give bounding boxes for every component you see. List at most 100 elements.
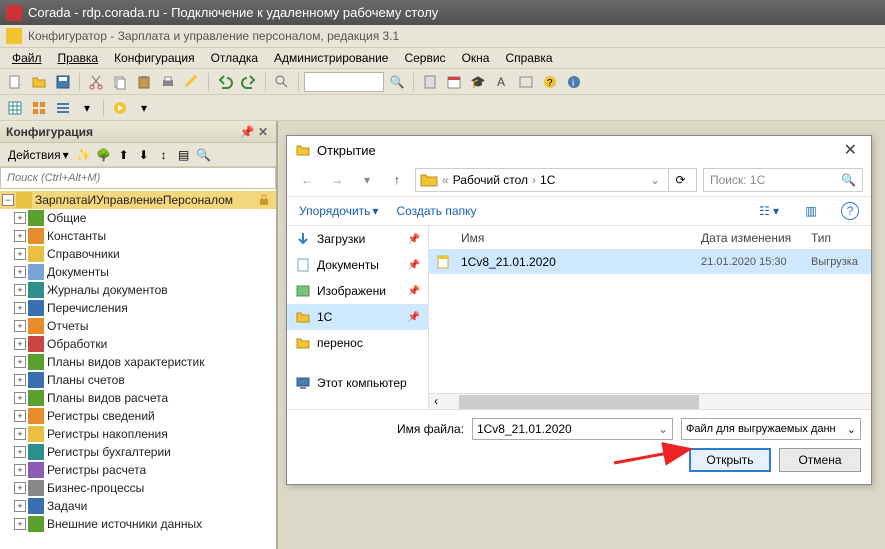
nav-dd-icon[interactable]: ▾ (355, 168, 379, 192)
menu-debug[interactable]: Отладка (205, 49, 264, 67)
filetype-filter[interactable]: Файл для выгружаемых данн ⌄ (681, 418, 861, 440)
action-up-icon[interactable]: ⬆ (115, 146, 133, 164)
tree-item-label: Справочники (47, 247, 120, 261)
filename-dropdown-icon[interactable]: ⌄ (658, 422, 668, 436)
new-folder-button[interactable]: Создать папку (396, 204, 476, 218)
refresh-icon[interactable]: ⟳ (668, 168, 692, 192)
tree-item[interactable]: +Внешние источники данных (0, 515, 276, 533)
path-seg-desktop[interactable]: Рабочий стол (453, 173, 528, 187)
path-dropdown-icon[interactable]: ⌄ (646, 173, 664, 187)
help-icon[interactable]: ? (841, 202, 859, 220)
tree-item[interactable]: +Регистры расчета (0, 461, 276, 479)
menu-edit[interactable]: Правка (52, 49, 105, 67)
sidebar-item[interactable]: Документы📌 (287, 252, 428, 278)
tree-item[interactable]: +Регистры накопления (0, 425, 276, 443)
tb2-list-icon[interactable] (52, 97, 74, 119)
menu-admin[interactable]: Администрирование (268, 49, 394, 67)
action-sort-icon[interactable]: ↕ (155, 146, 173, 164)
action-down-icon[interactable]: ⬇ (135, 146, 153, 164)
sidebar-item[interactable]: Загрузки📌 (287, 226, 428, 252)
tree-item[interactable]: +Обработки (0, 335, 276, 353)
tb-combo[interactable] (304, 72, 384, 92)
tb2-grid-icon[interactable] (28, 97, 50, 119)
col-name[interactable]: Имя (457, 231, 701, 245)
sidebar-item[interactable]: Изображени📌 (287, 278, 428, 304)
cancel-button[interactable]: Отмена (779, 448, 861, 472)
tree-item[interactable]: +Константы (0, 227, 276, 245)
panel-pin-icon[interactable]: 📌 (240, 125, 254, 139)
col-type[interactable]: Тип (811, 231, 871, 245)
filename-input[interactable]: 1Cv8_21.01.2020 ⌄ (472, 418, 673, 440)
menu-config[interactable]: Конфигурация (108, 49, 201, 67)
tree-item[interactable]: +Журналы документов (0, 281, 276, 299)
tree-item[interactable]: +Бизнес-процессы (0, 479, 276, 497)
tb2-play-dd-icon[interactable]: ▾ (133, 97, 155, 119)
config-search-input[interactable] (0, 167, 276, 189)
sidebar-item[interactable]: перенос (287, 330, 428, 356)
tb-find-icon[interactable] (271, 71, 293, 93)
open-button[interactable]: Открыть (689, 448, 771, 472)
tb-a-icon[interactable]: A (491, 71, 513, 93)
tree-root[interactable]: − ЗарплатаИУправлениеПерсоналом (0, 191, 276, 209)
col-date[interactable]: Дата изменения (701, 231, 811, 245)
tb-window-icon[interactable] (515, 71, 537, 93)
path-seg-1c[interactable]: 1С (540, 173, 555, 187)
tree-item[interactable]: +Общие (0, 209, 276, 227)
tree-item[interactable]: +Задачи (0, 497, 276, 515)
organize-dropdown[interactable]: Упорядочить ▾ (299, 204, 378, 218)
tb-calendar-icon[interactable] (443, 71, 465, 93)
tree-item[interactable]: +Отчеты (0, 317, 276, 335)
tb-grad-icon[interactable]: 🎓 (467, 71, 489, 93)
tb-open-icon[interactable] (28, 71, 50, 93)
action-tree-icon[interactable]: 🌳 (95, 146, 113, 164)
action-wand-icon[interactable]: ✨ (75, 146, 93, 164)
path-bar[interactable]: « Рабочий стол › 1С ⌄ ⟳ (415, 168, 697, 192)
menu-file[interactable]: Файл (6, 49, 48, 67)
preview-pane-icon[interactable]: ▥ (799, 200, 823, 222)
tb-calc-icon[interactable] (419, 71, 441, 93)
menu-windows[interactable]: Окна (456, 49, 496, 67)
sidebar-item[interactable]: Этот компьютер (287, 370, 428, 396)
tree-item-label: Бизнес-процессы (47, 481, 144, 495)
panel-close-icon[interactable]: ✕ (256, 125, 270, 139)
action-filter-icon[interactable]: ▤ (175, 146, 193, 164)
tb-brush-icon[interactable] (181, 71, 203, 93)
tree-item[interactable]: +Планы видов расчета (0, 389, 276, 407)
menu-help[interactable]: Справка (499, 49, 558, 67)
dialog-close-icon[interactable]: ✕ (838, 140, 863, 160)
tb-save-icon[interactable] (52, 71, 74, 93)
tree-item[interactable]: +Перечисления (0, 299, 276, 317)
dialog-search-input[interactable]: Поиск: 1С 🔍 (703, 168, 863, 192)
dialog-title: Открытие (317, 143, 376, 158)
nav-back-icon[interactable]: ← (295, 168, 319, 192)
tb-cut-icon[interactable] (85, 71, 107, 93)
menu-service[interactable]: Сервис (398, 49, 451, 67)
tree-item[interactable]: +Планы видов характеристик (0, 353, 276, 371)
sidebar-item[interactable]: 1С📌 (287, 304, 428, 330)
tb2-table-icon[interactable] (4, 97, 26, 119)
tb-help-icon[interactable]: ? (539, 71, 561, 93)
tree-item[interactable]: +Справочники (0, 245, 276, 263)
tree-item[interactable]: +Регистры бухгалтерии (0, 443, 276, 461)
tree-item[interactable]: +Документы (0, 263, 276, 281)
tree-item[interactable]: +Регистры сведений (0, 407, 276, 425)
file-row[interactable]: 1Cv8_21.01.202021.01.2020 15:30Выгрузка (429, 250, 871, 274)
actions-dropdown[interactable]: Действия ▾ (4, 146, 73, 164)
tb-search-icon[interactable]: 🔍 (386, 71, 408, 93)
tb2-play-icon[interactable] (109, 97, 131, 119)
tb-info-icon[interactable]: i (563, 71, 585, 93)
action-find-icon[interactable]: 🔍 (195, 146, 213, 164)
tb-copy-icon[interactable] (109, 71, 131, 93)
tb-redo-icon[interactable] (238, 71, 260, 93)
tb-new-icon[interactable] (4, 71, 26, 93)
config-tree[interactable]: − ЗарплатаИУправлениеПерсоналом +Общие+К… (0, 189, 276, 549)
tb2-dropdown-icon[interactable]: ▾ (76, 97, 98, 119)
tb-undo-icon[interactable] (214, 71, 236, 93)
tb-print-icon[interactable] (157, 71, 179, 93)
tree-item-label: Перечисления (47, 301, 128, 315)
horizontal-scrollbar[interactable]: ‹ (429, 393, 871, 409)
tb-paste-icon[interactable] (133, 71, 155, 93)
view-mode-icon[interactable]: ☷ ▾ (757, 200, 781, 222)
nav-up-icon[interactable]: ↑ (385, 168, 409, 192)
tree-item[interactable]: +Планы счетов (0, 371, 276, 389)
